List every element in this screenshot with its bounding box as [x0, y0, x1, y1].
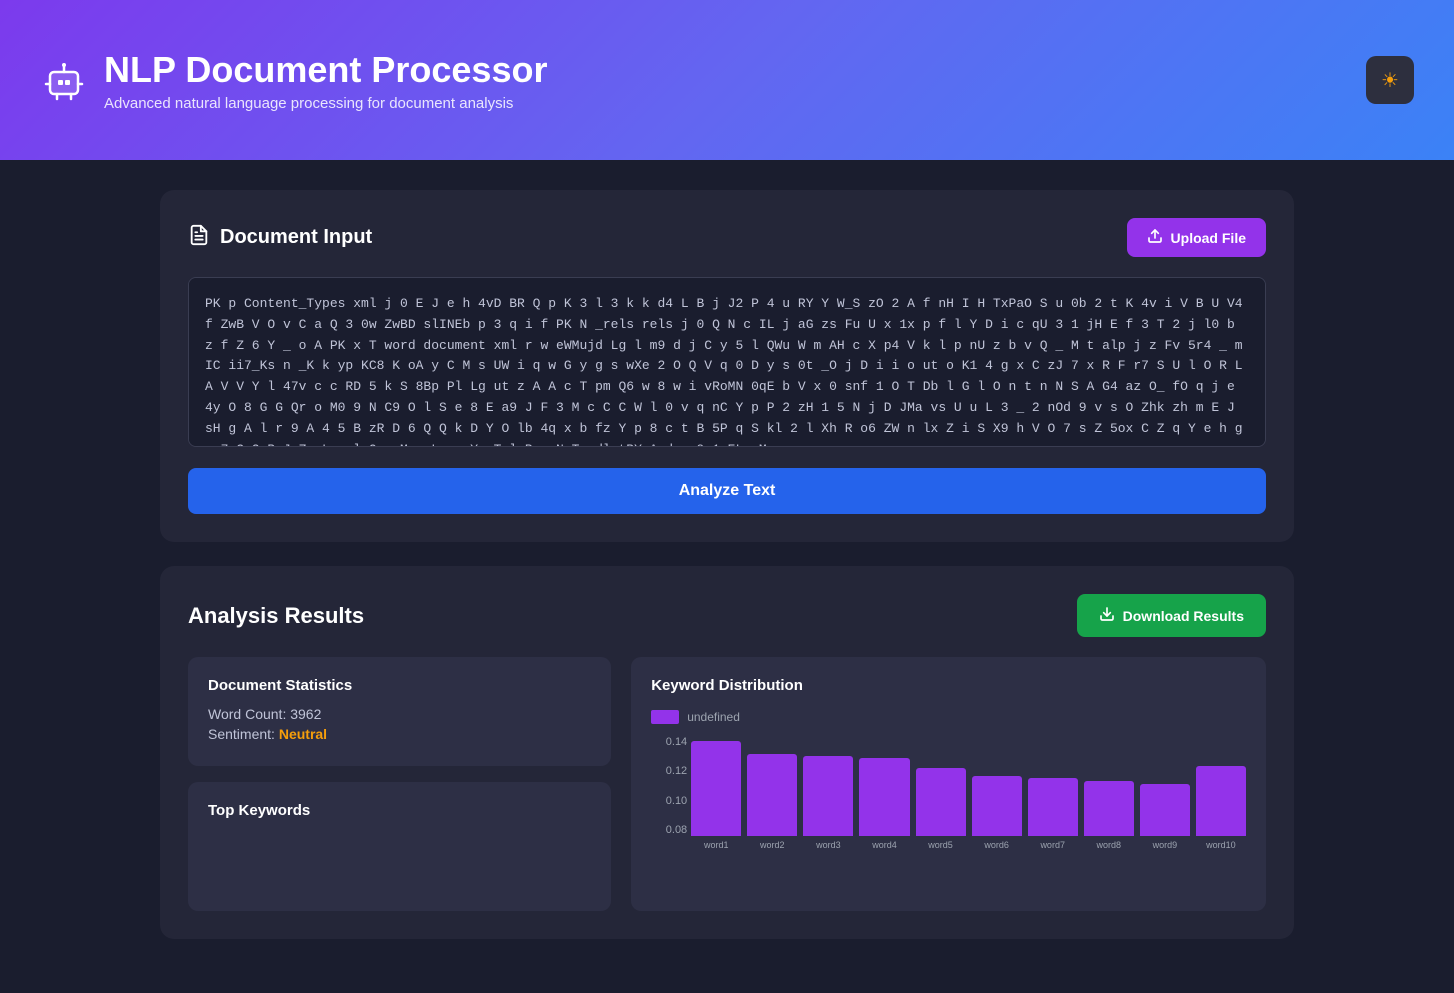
keywords-content	[208, 831, 591, 891]
keyword-distribution-card: Keyword Distribution undefined 0.14 0.12…	[631, 657, 1266, 911]
y-label-top: 0.14	[651, 736, 687, 748]
x-label-6: word6	[972, 840, 1022, 850]
y-label-bottom: 0.08	[651, 824, 687, 836]
y-label-3: 0.10	[651, 795, 687, 807]
x-label-5: word5	[916, 840, 966, 850]
analyze-text-button[interactable]: Analyze Text	[188, 468, 1266, 514]
x-label-10: word10	[1196, 840, 1246, 850]
sentiment-value: Neutral	[279, 726, 327, 742]
robot-icon	[40, 56, 88, 104]
x-label-9: word9	[1140, 840, 1190, 850]
bar-7	[1028, 778, 1078, 836]
document-icon	[188, 224, 210, 252]
bar-4	[859, 758, 909, 836]
header-left: NLP Document Processor Advanced natural …	[40, 48, 547, 112]
analysis-results-header: Analysis Results Download Results	[188, 594, 1266, 637]
sun-icon: ☀	[1381, 68, 1399, 93]
x-label-8: word8	[1084, 840, 1134, 850]
main-content: Document Input Upload File PK p Content_…	[0, 160, 1454, 993]
app-title: NLP Document Processor	[104, 48, 547, 91]
bar-5	[916, 768, 966, 836]
top-keywords-card: Top Keywords	[188, 782, 611, 911]
chart-legend: undefined	[651, 710, 1246, 724]
analysis-results-title: Analysis Results	[188, 603, 364, 629]
document-textarea[interactable]: PK p Content_Types xml j 0 E J e h 4vD B…	[188, 277, 1266, 447]
bar-chart-wrapper: 0.14 0.12 0.10 0.08	[651, 736, 1246, 850]
bar-6	[972, 776, 1022, 836]
bar-10	[1196, 766, 1246, 836]
theme-toggle-button[interactable]: ☀	[1366, 56, 1414, 104]
y-axis-labels: 0.14 0.12 0.10 0.08	[651, 736, 687, 836]
bars-container: 0.14 0.12 0.10 0.08	[651, 736, 1246, 836]
app-subtitle: Advanced natural language processing for…	[104, 95, 547, 112]
bar-9	[1140, 784, 1190, 836]
upload-file-button[interactable]: Upload File	[1127, 218, 1266, 257]
x-label-7: word7	[1028, 840, 1078, 850]
document-input-card: Document Input Upload File PK p Content_…	[160, 190, 1294, 542]
results-left: Document Statistics Word Count: 3962 Sen…	[188, 657, 611, 911]
word-count: Word Count: 3962	[208, 706, 591, 722]
document-statistics-title: Document Statistics	[208, 677, 591, 694]
results-grid: Document Statistics Word Count: 3962 Sen…	[188, 657, 1266, 911]
top-keywords-title: Top Keywords	[208, 802, 591, 819]
document-input-header: Document Input Upload File	[188, 218, 1266, 257]
legend-label: undefined	[687, 710, 740, 724]
analysis-results-card: Analysis Results Download Results Docume…	[160, 566, 1294, 939]
x-label-2: word2	[747, 840, 797, 850]
keyword-distribution-title: Keyword Distribution	[651, 677, 1246, 694]
x-label-1: word1	[691, 840, 741, 850]
document-input-title: Document Input	[188, 224, 372, 252]
bar-2	[747, 754, 797, 836]
x-axis-labels: word1 word2 word3 word4 word5 word6 word…	[651, 840, 1246, 850]
upload-icon	[1147, 228, 1163, 247]
app-header: NLP Document Processor Advanced natural …	[0, 0, 1454, 160]
y-label-2: 0.12	[651, 765, 687, 777]
x-label-3: word3	[803, 840, 853, 850]
download-icon	[1099, 606, 1115, 625]
legend-color-box	[651, 710, 679, 724]
document-statistics-card: Document Statistics Word Count: 3962 Sen…	[188, 657, 611, 766]
x-label-4: word4	[859, 840, 909, 850]
bar-8	[1084, 781, 1134, 836]
bar-3	[803, 756, 853, 836]
bar-1	[691, 741, 741, 836]
download-results-button[interactable]: Download Results	[1077, 594, 1266, 637]
sentiment: Sentiment: Neutral	[208, 726, 591, 742]
header-title-group: NLP Document Processor Advanced natural …	[104, 48, 547, 112]
